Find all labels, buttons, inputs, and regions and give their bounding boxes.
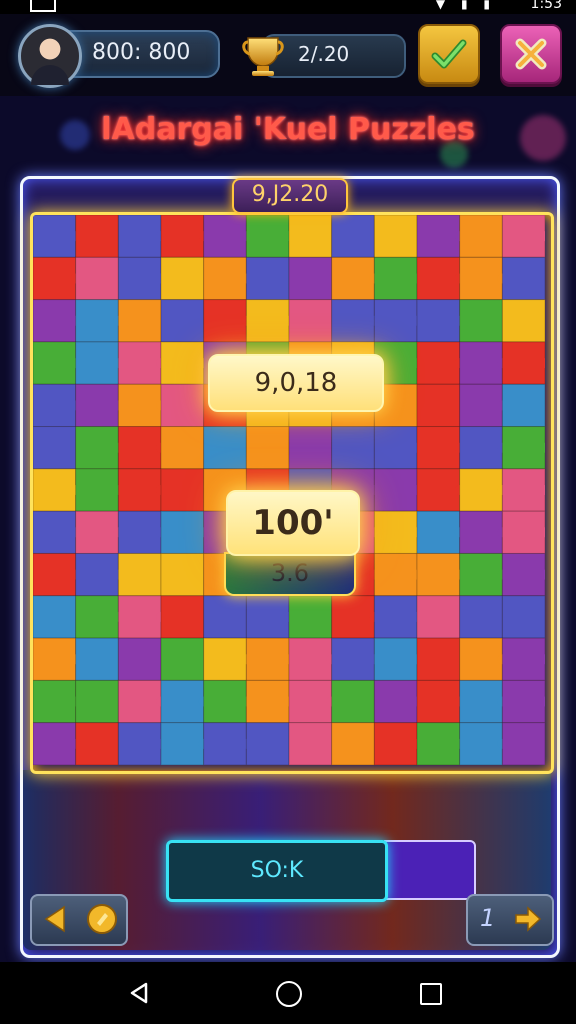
input-extension xyxy=(384,840,476,900)
game-title: lAdargai 'Kuel Puzzles xyxy=(101,112,475,147)
score-display: 800: 800 xyxy=(92,40,191,65)
avatar[interactable] xyxy=(18,24,82,88)
nav-home-icon[interactable] xyxy=(276,981,302,1007)
info-card-top: 9,0,18 xyxy=(208,354,384,412)
status-time: 1:53 xyxy=(530,0,562,12)
status-bar: ▼ ▮ ▮ 1:53 xyxy=(0,0,576,14)
close-icon xyxy=(515,38,547,70)
check-button[interactable] xyxy=(418,24,480,84)
arrow-left-icon xyxy=(44,905,65,933)
info-card-bottom: 3.6 xyxy=(224,552,356,596)
previous-button[interactable] xyxy=(30,894,128,946)
arrow-right-icon xyxy=(515,906,542,932)
coin-icon xyxy=(87,904,117,934)
check-icon xyxy=(431,39,467,69)
trophy-icon xyxy=(242,37,284,76)
signal-icons: ▼ ▮ ▮ xyxy=(435,0,496,11)
close-button[interactable] xyxy=(500,24,562,84)
info-card-middle: 100' xyxy=(226,490,360,556)
next-button[interactable]: 1 xyxy=(466,894,554,946)
level-number: 1 xyxy=(480,904,496,932)
trophy-display: 2/.20 xyxy=(298,42,350,66)
nav-back-icon[interactable] xyxy=(128,982,150,1004)
notification-icon xyxy=(30,0,56,12)
nav-recent-icon[interactable] xyxy=(420,983,442,1005)
word-input[interactable]: SO:K xyxy=(166,840,388,902)
top-badge: 9,J2.20 xyxy=(232,178,348,214)
